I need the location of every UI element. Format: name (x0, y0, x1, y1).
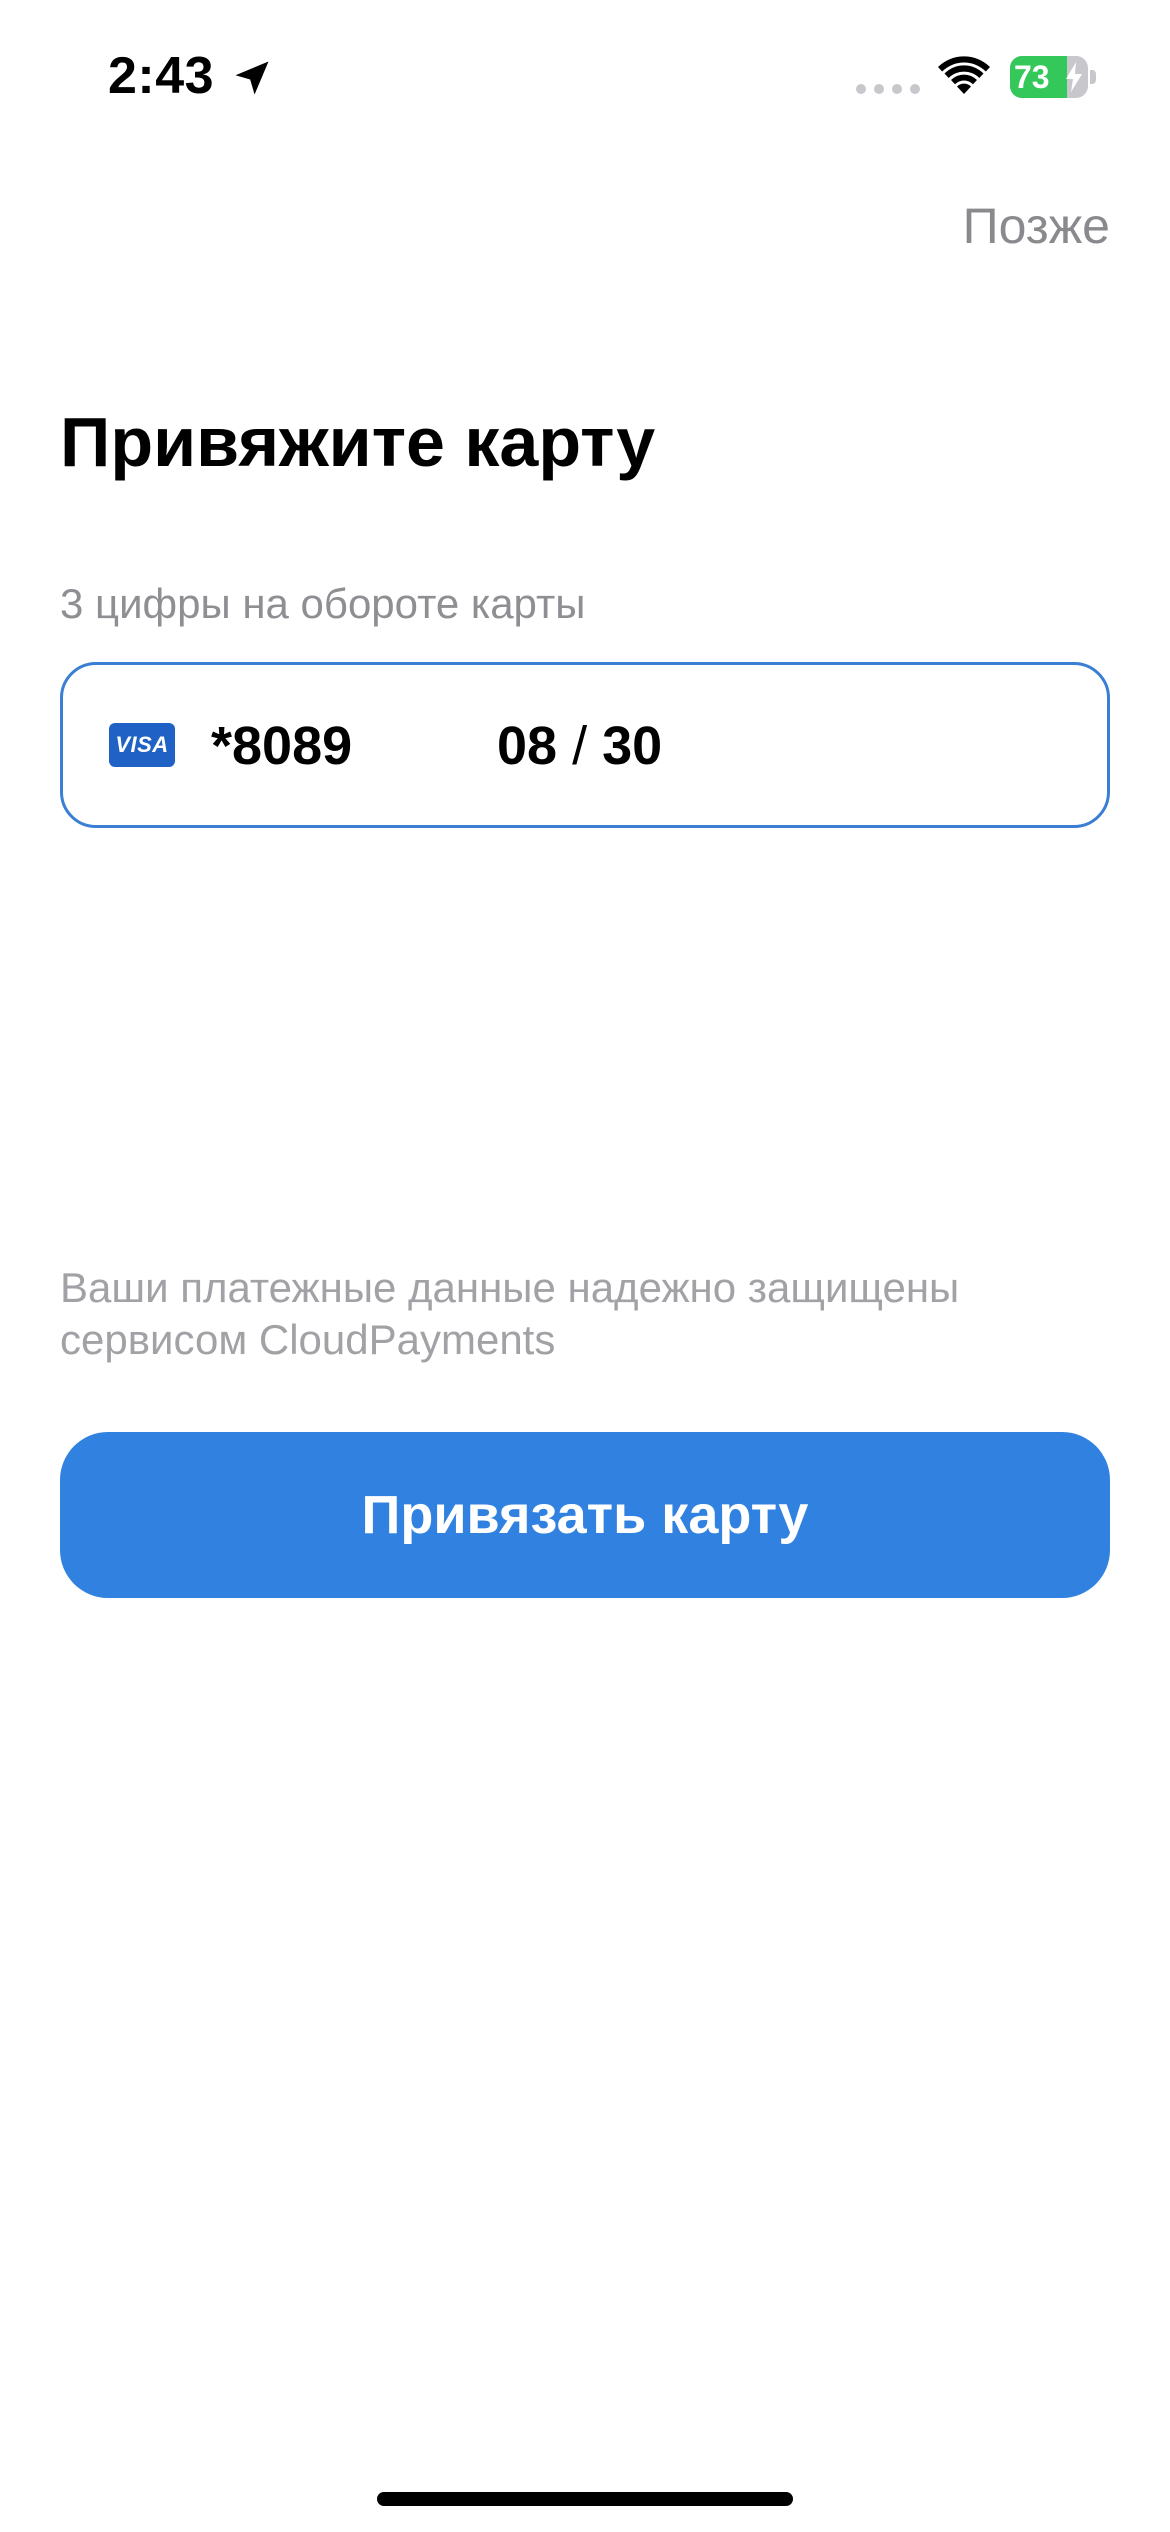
bind-card-button[interactable]: Привязать карту (60, 1432, 1110, 1598)
card-input-field[interactable]: VISA *8089 08 / 30 (60, 662, 1110, 828)
status-time: 2:43 (108, 47, 215, 105)
expiry-year: 30 (602, 716, 663, 776)
card-expiry: 08 / 30 (497, 715, 662, 777)
card-number-masked: *8089 (211, 716, 353, 776)
battery-charging-icon (1066, 62, 1082, 92)
later-button[interactable]: Позже (963, 196, 1110, 256)
location-arrow-icon (235, 61, 269, 95)
expiry-separator: / (572, 716, 588, 776)
home-indicator[interactable] (377, 2492, 793, 2506)
wifi-icon (938, 56, 990, 94)
card-binding-screen: 2:43 73 Позже Привяжите карту 3 цифры на… (0, 0, 1170, 2532)
status-bar: 2:43 73 (0, 0, 1170, 150)
expiry-month: 08 (497, 716, 558, 776)
battery-cap (1090, 70, 1096, 84)
page-title: Привяжите карту (60, 403, 656, 481)
battery-percentage: 73 (1014, 59, 1050, 95)
visa-logo-icon: VISA (109, 723, 175, 767)
cellular-signal-icon (856, 84, 920, 94)
battery-indicator: 73 (1010, 56, 1096, 98)
battery-body: 73 (1010, 56, 1088, 98)
secure-payment-note: Ваши платежные данные надежно защищены с… (60, 1264, 960, 1363)
cvv-input[interactable] (703, 705, 1063, 785)
cvv-field-label: 3 цифры на обороте карты (60, 580, 586, 627)
